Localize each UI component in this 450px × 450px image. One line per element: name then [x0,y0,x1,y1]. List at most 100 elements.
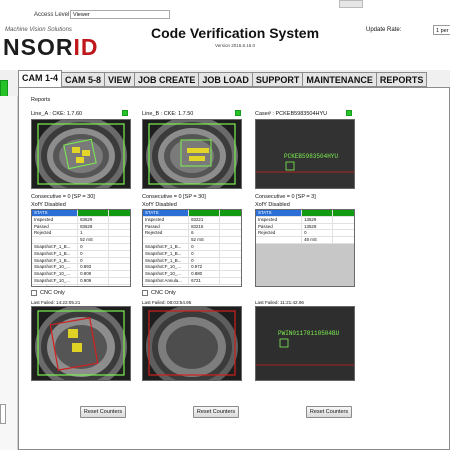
camera-1-failed-image[interactable] [31,306,131,381]
camera-2-status-led [235,110,241,116]
access-level-field[interactable]: Viewer [70,10,170,19]
stats-row-extra [220,278,241,284]
stats-header-fill [302,210,333,216]
stats-row-value: 6 [189,230,220,237]
camera-3-stats-table: STATS Inspected 13529 Passed 13529 Rejected 0 4… [255,209,355,287]
stats-row-label [32,237,79,243]
stats-row-extra [109,285,130,286]
stats-row-value: 83628 [78,223,109,230]
update-rate-label: Update Rate: [366,27,402,33]
tab-view[interactable]: VIEW [104,72,136,87]
stats-row-extra [220,264,241,270]
cnc-only-checkbox[interactable] [142,290,148,296]
camera-2-cnc-only[interactable]: CNC Only [142,290,176,296]
tab-reports[interactable]: REPORTS [375,72,428,87]
stats-row-label: Passed [143,223,190,230]
camera-3-last-failed: Last Failed: 11:21:42.96 [255,300,304,305]
stats-row: Inspected 83629 [32,216,130,224]
stats-empty-area [256,243,354,286]
stats-row-value: 52 mS [189,237,220,243]
stats-row: Snapshot:F_10_... 0.880 [143,271,241,278]
stats-row-value: 6683 [78,284,109,286]
stats-row-label: Passed [32,223,79,230]
stats-header-fill [219,210,241,216]
stats-row-value: 0 [78,250,109,257]
stats-header-row: STATS [256,210,354,217]
stats-row-extra [333,237,354,243]
stats-header-fill [332,210,354,216]
camera-3-live-image[interactable]: PCKEB5983504HYU [255,119,355,189]
stats-row-value: 0 [189,257,220,264]
stats-row-extra [220,217,241,223]
tab-cam-1-4[interactable]: CAM 1-4 [18,70,63,87]
camera-2-xofy: XofY Disabled [142,202,177,208]
stats-row-label: Snapshot:F_10_... [32,271,79,277]
stats-row-label: Inspected [256,216,303,223]
camera-2-stats-table: STATS Inspected 83221 Passed 83215 Rejected 6 5… [142,209,242,287]
stats-row-label: Rejected [32,230,79,237]
camera-2-live-image[interactable] [142,119,242,189]
camera-3-reset-counters-button[interactable]: Reset Counters [306,406,352,418]
stats-row-value: 0.909 [78,277,109,284]
camera-1-xofy: XofY Disabled [31,202,66,208]
camera-1-stats-table: STATS Inspected 83629 Passed 83628 Rejected 1 5… [31,209,131,287]
stats-row-extra [109,230,130,236]
brand-subtitle: Machine Vision Solutions [5,27,72,33]
tab-support[interactable]: SUPPORT [251,72,304,87]
stats-row: Snapshot Annula...6683 [32,284,130,286]
stats-row-value: 83215 [189,223,220,230]
stats-header-row: STATS [32,210,130,217]
update-rate-select[interactable]: 1 per [433,25,450,35]
stats-row: Rejected 1 [32,230,130,238]
left-panel [0,96,18,450]
stats-row-label: Snapshot Annula... [143,277,190,284]
stats-row-label: Snapshot:F_10_... [32,277,79,284]
stats-row: Inspected 83221 [143,216,241,224]
stats-row-label: Snapshot Annula... [32,284,79,286]
camera-1-reset-counters-button[interactable]: Reset Counters [80,406,126,418]
stats-row: 52 mS [32,237,130,244]
stats-row-label [143,237,190,243]
stats-row-extra [109,258,130,264]
stats-header-fill [78,210,109,216]
stats-row-value: 0 [189,250,220,257]
tab-job-load[interactable]: JOB LOAD [198,72,253,87]
stats-row-extra [109,251,130,257]
logo-main-text: NSOR [3,34,74,60]
stats-row-extra [109,278,130,284]
camera-2-reset-counters-button[interactable]: Reset Counters [193,406,239,418]
stats-row: Snapshot:F_1_B... 0 [143,250,241,258]
stats-row-extra [220,244,241,250]
camera-1-live-image[interactable] [31,119,131,189]
camera-1-last-failed: Last Failed: 14:22:05.21 [31,300,81,305]
stats-row: Rejected 6 [143,230,241,238]
cnc-only-label: CNC Only [40,290,65,296]
stats-row: Snapshot Annula... 6721 [143,277,241,285]
stats-row-label: Rejected [256,230,303,237]
camera-3-title: Case# : PCKEB5983504HYU [255,111,328,117]
stats-row-extra [109,271,130,277]
stats-row-value: 0.972 [189,264,220,271]
section-label: Reports [31,97,51,103]
camera-1-cnc-only[interactable]: CNC Only [31,290,65,296]
stats-row-extra [220,230,241,236]
stats-row: Snapshot:F_1_B... 0 [32,243,130,251]
stats-row-extra [109,224,130,230]
stats-header-row: STATS [143,210,241,217]
stats-row-extra [333,224,354,230]
camera-3-failed-image[interactable]: PWIN01170110504BU [255,306,355,381]
stats-header-cell: STATS [32,210,79,216]
window-control-button[interactable] [339,0,363,8]
left-panel-handle[interactable] [0,404,6,424]
camera-2-failed-image[interactable] [142,306,242,381]
tab-job-create[interactable]: JOB CREATE [134,72,200,87]
tab-maintenance[interactable]: MAINTENANCE [302,72,377,87]
stats-row-value: 1 [78,230,109,237]
stats-row-value: 6721 [189,277,220,284]
stats-row-label: Inspected [143,216,190,223]
camera-1-status-led [122,110,128,116]
cnc-only-checkbox[interactable] [31,290,37,296]
version-label: Version 2016.8.16.0 [214,43,256,48]
stats-row-label: Snapshot:F_1_B... [143,250,190,257]
tab-cam-5-8[interactable]: CAM 5-8 [61,72,106,87]
